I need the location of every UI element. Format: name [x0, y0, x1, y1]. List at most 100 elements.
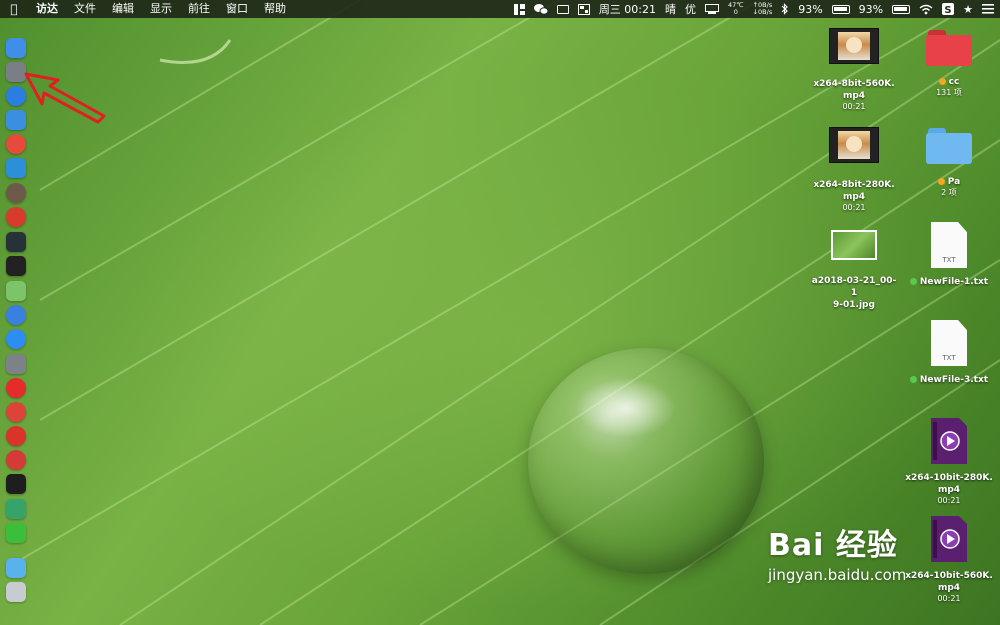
dock-app-green-icon[interactable]	[6, 499, 26, 519]
tag-dot	[938, 78, 946, 85]
folder-count: 2 项	[941, 188, 957, 197]
desktop-folder-cc[interactable]: cc 131 项	[904, 30, 994, 98]
app-s-icon[interactable]: S	[942, 3, 955, 15]
file-name: NewFile-3.txt	[904, 374, 994, 386]
desktop-file-jpg[interactable]: a2018-03-21_00-1 9-01.jpg	[809, 230, 899, 311]
file-name: x264-8bit-280K.	[813, 180, 895, 190]
dock-terminal-icon[interactable]	[6, 256, 26, 276]
dock-app-red-icon[interactable]	[6, 134, 26, 154]
file-name-line2: 9-01.jpg	[833, 300, 875, 310]
star-icon[interactable]: ★	[963, 3, 973, 16]
battery-percent-2[interactable]: 93%	[859, 3, 883, 16]
temperature-readout: 47℃ 0	[728, 2, 744, 16]
network-speed: ↑0B/s ↓0B/s	[753, 2, 773, 16]
menu-go[interactable]: 前往	[180, 0, 218, 18]
apple-menu-icon[interactable]: 	[0, 2, 28, 16]
txt-file-icon: TXT	[931, 222, 967, 268]
dock-yandex-icon[interactable]	[6, 378, 26, 398]
battery-icon-2[interactable]	[892, 4, 911, 14]
file-name: NewFile-1.txt	[904, 276, 994, 288]
menubar-clock[interactable]: 周三 00:21	[599, 1, 656, 17]
file-name-line2: mp4	[937, 583, 961, 593]
desktop-file-x264-10bit-280k[interactable]: x264-10bit-280K. mp4 00:21	[904, 418, 994, 506]
battery-icon[interactable]	[831, 4, 850, 14]
dock-app-store-icon[interactable]	[6, 329, 26, 349]
dock-activity-monitor-icon[interactable]	[6, 232, 26, 252]
image-thumbnail	[831, 230, 877, 260]
menu-help[interactable]: 帮助	[256, 0, 294, 18]
txt-badge: TXT	[942, 256, 956, 264]
file-name: x264-10bit-280K.	[905, 473, 993, 483]
menubar-air-quality[interactable]: 优	[685, 1, 696, 17]
notification-center-icon[interactable]	[982, 4, 994, 14]
dock-downloads-folder-icon[interactable]	[6, 558, 26, 578]
file-name-line2: mp4	[842, 192, 866, 202]
video-thumbnail	[829, 127, 879, 163]
menu-edit[interactable]: 编辑	[104, 0, 142, 18]
display-icon[interactable]	[556, 4, 569, 14]
file-subtitle: 00:21	[842, 102, 866, 111]
folder-label: cc	[948, 77, 960, 87]
annotation-arrow	[24, 72, 106, 124]
file-name: x264-10bit-560K.	[905, 571, 993, 581]
mp4-file-icon	[931, 418, 967, 464]
dock-wechat-icon[interactable]	[6, 523, 26, 543]
folder-name: Pa	[904, 176, 994, 188]
file-name-line2: mp4	[937, 485, 961, 495]
mp4-file-icon	[931, 516, 967, 562]
desktop-file-newfile-1[interactable]: TXT NewFile-1.txt	[904, 222, 994, 288]
dock-migration-icon[interactable]	[6, 158, 26, 178]
dock-system-preferences-icon[interactable]	[6, 354, 26, 374]
desktop-file-x264-8bit-280k[interactable]: x264-8bit-280K. mp4 00:21	[809, 127, 899, 213]
blue-folder-icon	[926, 128, 972, 164]
baidu-watermark: Bai 经验 jingyan.baidu.com	[768, 520, 906, 584]
menu-bar:  访达 文件 编辑 显示 前往 窗口 帮助 周三 00:21 晴 优 47℃ …	[0, 0, 1000, 18]
file-label: NewFile-1.txt	[919, 277, 989, 287]
menu-app-name[interactable]: 访达	[28, 0, 66, 18]
folder-count: 131 项	[936, 88, 962, 97]
wifi-icon[interactable]	[919, 4, 933, 15]
menu-view[interactable]: 显示	[142, 0, 180, 18]
bluetooth-icon[interactable]	[781, 3, 789, 15]
txt-badge: TXT	[942, 354, 956, 362]
file-name: x264-8bit-560K.	[813, 79, 895, 89]
menubar-weather[interactable]: 晴	[665, 1, 676, 17]
dock-trash-icon[interactable]	[6, 582, 26, 602]
dock-app-red-stripes-icon[interactable]	[6, 207, 26, 227]
dock-netease-music-icon[interactable]	[6, 426, 26, 446]
tag-dot	[909, 278, 917, 285]
dock-maps-icon[interactable]	[6, 281, 26, 301]
dock-vivaldi-icon[interactable]	[6, 450, 26, 470]
water-droplet	[528, 348, 764, 574]
dock-iterm-icon[interactable]	[6, 474, 26, 494]
dock-app-brown-icon[interactable]	[6, 183, 26, 203]
file-label: NewFile-3.txt	[919, 375, 989, 385]
menu-file[interactable]: 文件	[66, 0, 104, 18]
file-name-line2: mp4	[842, 91, 866, 101]
temp-bottom: 0	[733, 8, 738, 16]
grid-app-icon[interactable]	[513, 3, 525, 15]
desktop-file-x264-10bit-560k[interactable]: x264-10bit-560K. mp4 00:21	[904, 516, 994, 604]
file-subtitle: 00:21	[937, 594, 961, 603]
desktop-folder-pa[interactable]: Pa 2 项	[904, 128, 994, 198]
watermark-brand: Bai 经验	[768, 528, 898, 563]
file-name: a2018-03-21_00-1	[811, 276, 897, 298]
desktop-file-newfile-3[interactable]: TXT NewFile-3.txt	[904, 320, 994, 386]
cpu-monitor-icon[interactable]	[705, 4, 720, 14]
menu-window[interactable]: 窗口	[218, 0, 256, 18]
red-folder-icon	[926, 30, 972, 66]
video-thumbnail	[829, 28, 879, 64]
folder-name: cc	[904, 76, 994, 88]
window-manager-icon[interactable]	[577, 3, 590, 15]
battery-percent-1[interactable]: 93%	[798, 3, 822, 16]
svg-text:S: S	[945, 5, 952, 15]
watermark-url: jingyan.baidu.com	[768, 566, 907, 584]
dock-chrome-icon[interactable]	[6, 402, 26, 422]
wechat-menubar-icon[interactable]	[533, 3, 548, 15]
tag-dot	[937, 178, 945, 185]
folder-label: Pa	[947, 177, 961, 187]
file-subtitle: 00:21	[842, 203, 866, 212]
dock-finder-icon[interactable]	[6, 38, 26, 58]
desktop-file-x264-8bit-560k[interactable]: x264-8bit-560K. mp4 00:21	[809, 28, 899, 112]
dock-siri-icon[interactable]	[6, 305, 26, 325]
